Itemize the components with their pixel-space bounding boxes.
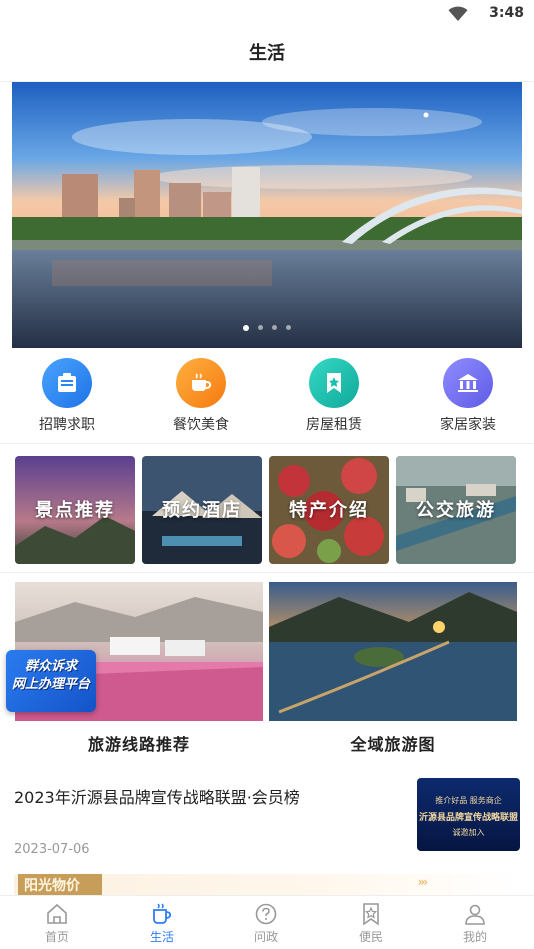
tab-label: 我的 xyxy=(462,930,487,944)
bottom-tabbar: 首页 生活 问政 便民 我的 xyxy=(0,895,534,949)
bank-building-icon xyxy=(443,358,493,408)
category-tiles: 景点推荐 预约酒店 特产介绍 公交旅游 xyxy=(0,456,534,564)
tab-services[interactable]: 便民 xyxy=(331,902,411,945)
service-food[interactable]: 餐饮美食 xyxy=(146,358,256,434)
chevrons-icon: ››› xyxy=(417,875,429,889)
tile-specialties[interactable]: 特产介绍 xyxy=(269,456,389,564)
carousel-dot[interactable] xyxy=(257,325,263,330)
carousel-dot-active[interactable] xyxy=(242,324,249,331)
star-bookmark-icon xyxy=(363,903,379,926)
thumb-text: 沂源县品牌宣传战略联盟 xyxy=(418,813,518,823)
thumb-text: 推介好品 服务商企 xyxy=(435,796,502,805)
appeal-platform-badge[interactable]: 群众诉求 网上办理平台 xyxy=(6,650,96,712)
tab-label: 生活 xyxy=(149,930,174,944)
banner-carousel[interactable] xyxy=(12,82,522,348)
card-tour-map[interactable]: 全域旅游图 xyxy=(269,582,517,755)
briefcase-icon xyxy=(42,358,92,408)
wifi-icon xyxy=(448,6,468,21)
price-banner[interactable]: 阳光物价 ››› xyxy=(14,874,520,896)
tab-mine[interactable]: 我的 xyxy=(435,902,515,945)
coffee-cup-icon xyxy=(176,358,226,408)
service-label: 家居家装 xyxy=(440,417,496,433)
news-date: 2023-07-06 xyxy=(14,842,90,857)
tile-label: 公交旅游 xyxy=(416,500,496,521)
badge-line1: 群众诉求 xyxy=(24,659,77,674)
tab-label: 便民 xyxy=(358,930,383,944)
news-thumbnail: 推介好品 服务商企 沂源县品牌宣传战略联盟 诚邀加入 xyxy=(417,778,520,851)
star-bookmark-icon xyxy=(309,358,359,408)
question-circle-icon xyxy=(255,903,277,925)
service-home[interactable]: 家居家装 xyxy=(413,358,523,434)
card-image xyxy=(269,582,517,721)
service-grid: 招聘求职 餐饮美食 房屋租赁 家居家装 xyxy=(0,352,534,444)
tab-home[interactable]: 首页 xyxy=(17,902,97,945)
carousel-dot[interactable] xyxy=(272,325,278,330)
tile-label: 特产介绍 xyxy=(289,500,369,521)
news-title: 2023年沂源县品牌宣传战略联盟·会员榜 xyxy=(14,788,300,807)
service-label: 餐饮美食 xyxy=(173,417,229,433)
carousel-dot[interactable] xyxy=(286,325,292,330)
divider xyxy=(0,572,534,573)
page-title: 生活 xyxy=(249,43,285,64)
tile-bus-tour[interactable]: 公交旅游 xyxy=(396,456,516,564)
card-title: 全域旅游图 xyxy=(350,735,436,754)
tab-label: 问政 xyxy=(253,930,278,944)
news-item[interactable]: 2023年沂源县品牌宣传战略联盟·会员榜 2023-07-06 推介好品 服务商… xyxy=(0,772,534,868)
banner-image xyxy=(12,82,522,348)
tile-label: 景点推荐 xyxy=(35,500,115,521)
carousel-indicator[interactable] xyxy=(12,317,522,336)
status-bar: 3:48 xyxy=(0,0,534,28)
app-header: 生活 xyxy=(0,28,534,82)
service-label: 招聘求职 xyxy=(39,417,95,433)
tab-label: 首页 xyxy=(44,930,69,944)
cup-icon xyxy=(153,903,172,924)
service-rental[interactable]: 房屋租赁 xyxy=(279,358,389,434)
tab-inquiry[interactable]: 问政 xyxy=(226,902,306,945)
badge-line2: 网上办理平台 xyxy=(11,677,90,692)
service-label: 房屋租赁 xyxy=(306,417,362,433)
status-time: 3:48 xyxy=(489,5,524,21)
tile-label: 预约酒店 xyxy=(162,500,242,521)
price-banner-tag: 阳光物价 xyxy=(18,874,102,896)
user-icon xyxy=(465,904,485,925)
service-jobs[interactable]: 招聘求职 xyxy=(12,358,122,434)
tile-scenic-spots[interactable]: 景点推荐 xyxy=(15,456,135,564)
card-title: 旅游线路推荐 xyxy=(87,735,190,754)
tab-life[interactable]: 生活 xyxy=(122,902,202,945)
tile-hotel-booking[interactable]: 预约酒店 xyxy=(142,456,262,564)
home-icon xyxy=(47,903,67,924)
thumb-text: 诚邀加入 xyxy=(452,828,485,837)
